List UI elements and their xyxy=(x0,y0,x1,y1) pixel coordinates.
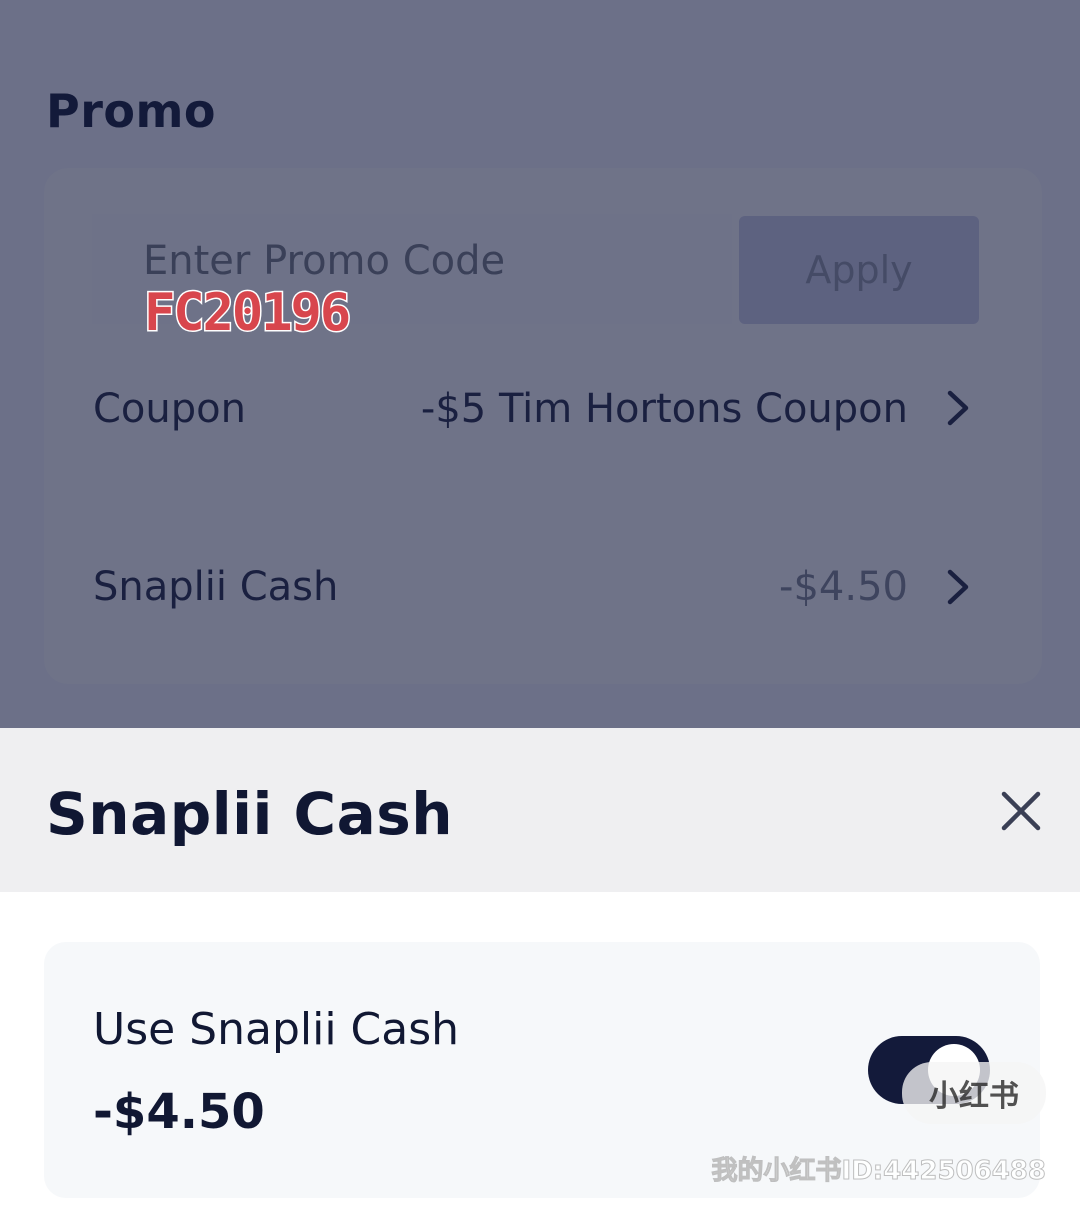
promo-code-placeholder: Enter Promo Code xyxy=(143,238,506,284)
promo-code-sticker: FC20196 xyxy=(142,283,352,343)
snaplii-cash-amount: -$4.50 xyxy=(93,1084,265,1140)
snaplii-cash-row-label[interactable]: Snaplii Cash xyxy=(93,564,338,610)
chevron-right-icon[interactable] xyxy=(942,388,972,428)
snaplii-cash-row-value[interactable]: -$4.50 xyxy=(779,564,908,610)
promo-heading: Promo xyxy=(46,84,217,138)
watermark-text: 我的小红书ID:442506488 xyxy=(711,1156,1046,1187)
apply-button[interactable]: Apply xyxy=(739,216,979,324)
chevron-right-icon[interactable] xyxy=(942,567,972,607)
use-snaplii-cash-label: Use Snaplii Cash xyxy=(93,1004,460,1055)
sheet-title: Snaplii Cash xyxy=(46,780,454,848)
coupon-row-label[interactable]: Coupon xyxy=(93,386,246,432)
watermark-badge: 小红书 xyxy=(902,1062,1046,1124)
close-icon[interactable] xyxy=(1000,790,1042,832)
coupon-row-value[interactable]: -$5 Tim Hortons Coupon xyxy=(421,386,908,432)
